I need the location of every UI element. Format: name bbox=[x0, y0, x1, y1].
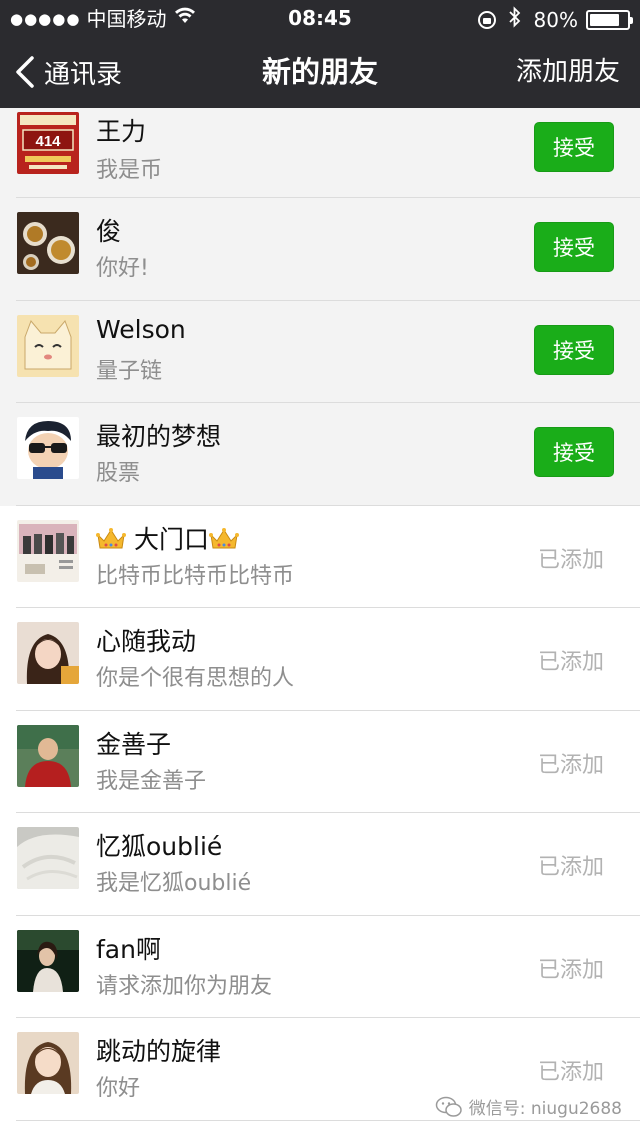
request-message: 我是币 bbox=[96, 158, 163, 183]
battery-percent: 80% bbox=[533, 7, 578, 32]
avatar[interactable] bbox=[17, 417, 79, 479]
request-message: 比特币比特币比特币 bbox=[96, 563, 295, 589]
friend-request-row[interactable]: 最初的梦想股票 接受 bbox=[0, 403, 640, 506]
contact-name: 心随我动 bbox=[96, 627, 197, 656]
avatar-image bbox=[17, 827, 79, 889]
request-message: 你是个很有思想的人 bbox=[96, 666, 295, 691]
back-button[interactable]: 通讯录 bbox=[14, 36, 122, 108]
avatar[interactable] bbox=[17, 622, 79, 684]
status-bar: ●●●●● 中国移动 08:45 80% bbox=[0, 0, 640, 36]
battery-icon bbox=[586, 9, 633, 30]
avatar[interactable]: 414 bbox=[17, 112, 79, 174]
added-status-label: 已添加 bbox=[537, 752, 604, 778]
request-message: 我是金善子 bbox=[96, 768, 207, 794]
accept-button[interactable]: 接受 bbox=[534, 324, 614, 375]
contact-name: 金善子 bbox=[96, 729, 172, 759]
added-status-label: 已添加 bbox=[537, 957, 604, 983]
request-message: 请求添加你为朋友 bbox=[96, 973, 273, 999]
chevron-left-icon bbox=[16, 56, 34, 88]
contact-name: 王力 bbox=[96, 117, 147, 146]
added-status-label: 已添加 bbox=[537, 1060, 604, 1085]
bluetooth-icon bbox=[508, 6, 522, 33]
contact-name: fan啊 bbox=[96, 934, 161, 964]
avatar-image bbox=[17, 417, 79, 479]
battery-level bbox=[590, 13, 619, 26]
back-button-label: 通讯录 bbox=[44, 59, 123, 90]
watermark: 微信号: niugu2688 bbox=[435, 1094, 622, 1119]
friend-request-row[interactable]: 414 王力我是币 接受 bbox=[0, 108, 640, 198]
friend-request-row[interactable]: 大门口比特币比特币比特币 已添加 bbox=[0, 505, 640, 608]
request-message: 量子链 bbox=[96, 358, 163, 384]
friend-request-row[interactable]: fan啊请求添加你为朋友 已添加 bbox=[0, 915, 640, 1018]
friend-request-row[interactable]: 心随我动你是个很有思想的人 已添加 bbox=[0, 608, 640, 711]
request-message: 你好 bbox=[96, 1076, 141, 1101]
contact-name: Welson bbox=[96, 314, 186, 344]
added-status-label: 已添加 bbox=[537, 547, 604, 573]
accept-button[interactable]: 接受 bbox=[534, 122, 614, 172]
avatar-image bbox=[17, 1032, 79, 1094]
contact-name: 俊 bbox=[96, 217, 122, 246]
contact-name: 跳动的旋律 bbox=[96, 1037, 222, 1066]
request-message: 我是忆狐oublié bbox=[96, 871, 252, 896]
request-message: 股票 bbox=[96, 461, 141, 486]
friend-request-row[interactable]: 金善子我是金善子 已添加 bbox=[0, 710, 640, 813]
friend-request-list: 414 王力 我是币 接受俊你好! 接受 Welson 量子链 接受 最初的梦想 股票 接受 大门口… bbox=[0, 108, 640, 1138]
wechat-logo-icon bbox=[435, 1096, 462, 1117]
request-message: 你好! bbox=[96, 256, 149, 281]
avatar[interactable] bbox=[17, 724, 79, 787]
avatar-poster-text: 414 bbox=[35, 133, 61, 150]
added-status-label: 已添加 bbox=[537, 855, 604, 880]
status-right: 80% bbox=[477, 6, 633, 33]
added-status-label: 已添加 bbox=[537, 650, 604, 675]
avatar-image bbox=[17, 212, 79, 274]
avatar[interactable] bbox=[17, 519, 79, 582]
navigation-bar: 通讯录 新的朋友 添加朋友 bbox=[0, 36, 640, 108]
crown-icon bbox=[208, 527, 239, 548]
avatar-image bbox=[17, 622, 79, 684]
contact-name: 大门口 bbox=[96, 520, 239, 556]
avatar[interactable] bbox=[17, 929, 79, 992]
accept-button[interactable]: 接受 bbox=[534, 427, 614, 477]
contact-name: 忆狐oublié bbox=[96, 832, 223, 861]
watermark-text: 微信号: niugu2688 bbox=[468, 1099, 622, 1119]
avatar-image bbox=[17, 519, 79, 582]
add-friend-button[interactable]: 添加朋友 bbox=[516, 36, 620, 108]
rotation-lock-icon bbox=[477, 10, 496, 29]
avatar[interactable] bbox=[17, 314, 79, 377]
crown-icon bbox=[96, 527, 126, 548]
avatar-image bbox=[17, 314, 79, 377]
avatar[interactable] bbox=[17, 1032, 79, 1094]
avatar-image: 414 bbox=[17, 112, 79, 174]
contact-name: 最初的梦想 bbox=[96, 422, 222, 451]
friend-request-row[interactable]: Welson 量子链 接受 bbox=[0, 300, 640, 403]
avatar[interactable] bbox=[17, 212, 79, 274]
avatar-image bbox=[17, 929, 79, 992]
avatar[interactable] bbox=[17, 827, 79, 889]
friend-request-row[interactable]: 俊你好! 接受 bbox=[0, 198, 640, 301]
accept-button[interactable]: 接受 bbox=[534, 222, 614, 272]
friend-request-row[interactable]: 忆狐oublié 我是忆狐oublié 已添加 bbox=[0, 813, 640, 916]
avatar-image bbox=[17, 724, 79, 787]
contact-name-text: 大门口 bbox=[133, 524, 209, 554]
